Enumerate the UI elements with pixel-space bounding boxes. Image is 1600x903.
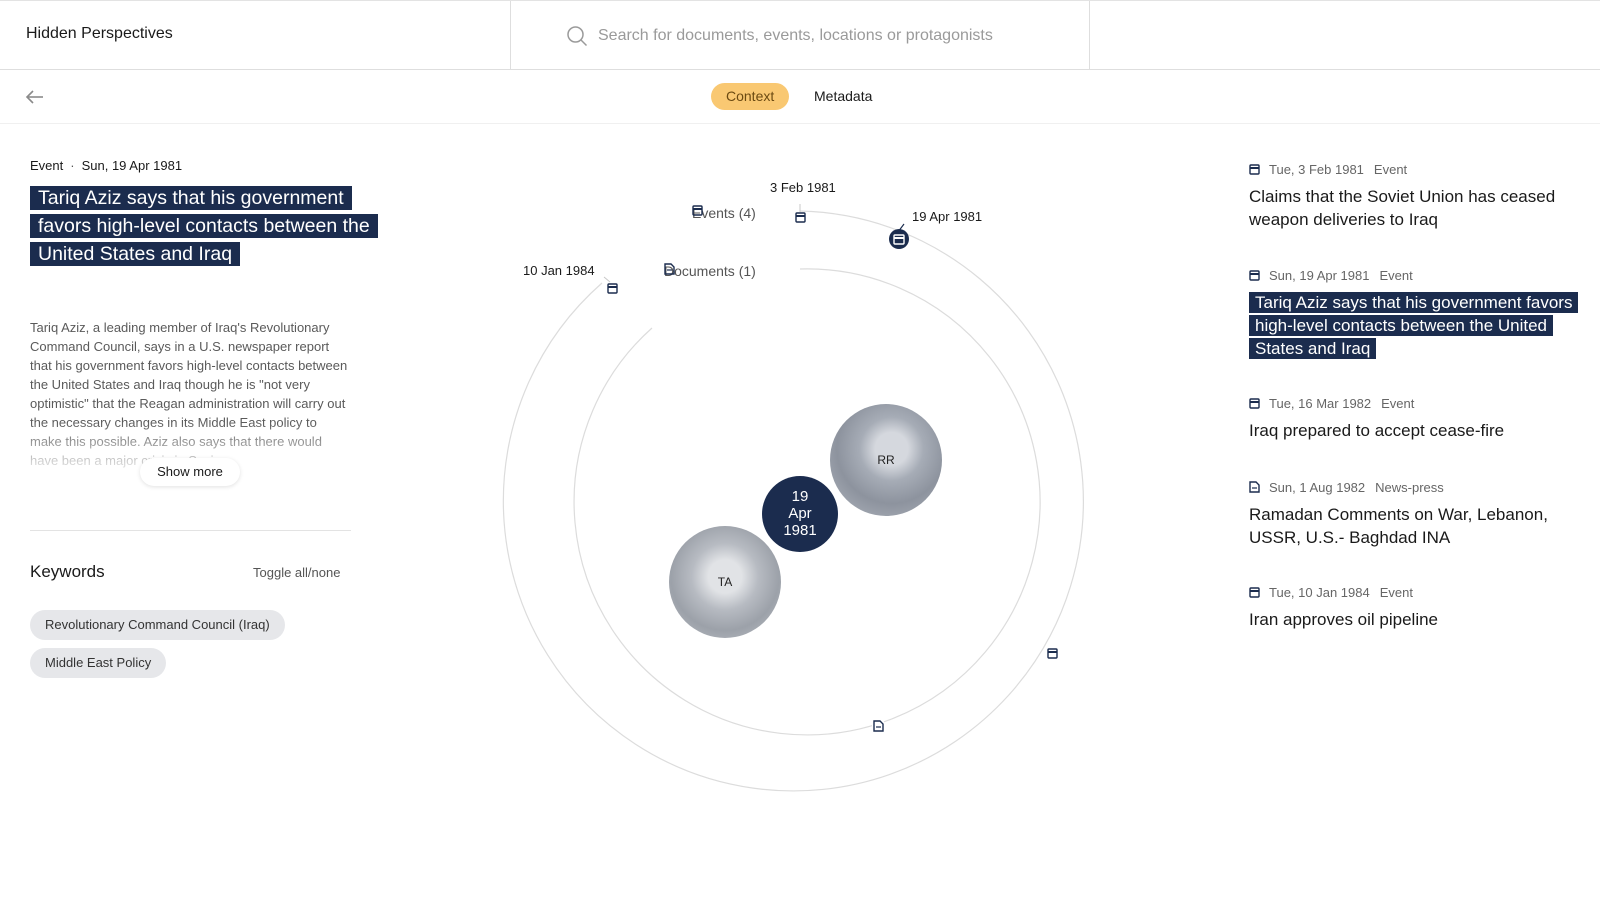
protagonist-avatar-ta[interactable]: TA xyxy=(669,526,781,638)
back-arrow-icon[interactable] xyxy=(22,84,48,110)
event-marker-calendar-icon[interactable] xyxy=(794,212,806,224)
show-more-button[interactable]: Show more xyxy=(140,458,240,486)
keyword-chip[interactable]: Revolutionary Command Council (Iraq) xyxy=(30,610,285,640)
calendar-icon xyxy=(1249,270,1260,281)
calendar-icon xyxy=(1249,587,1260,598)
document-marker-icon[interactable] xyxy=(872,719,884,732)
list-item[interactable]: Tue, 10 Jan 1984 Event Iran approves oil … xyxy=(1249,584,1579,631)
date-label: 19 Apr 1981 xyxy=(912,209,983,224)
center-month: Apr xyxy=(788,505,812,522)
list-item-title: Iran approves oil pipeline xyxy=(1249,610,1439,629)
keywords-heading: Keywords xyxy=(30,562,105,581)
tab-context[interactable]: Context xyxy=(711,83,790,110)
list-item[interactable]: Tue, 16 Mar 1982 Event Iraq prepared to a… xyxy=(1249,395,1579,442)
list-item-type: Event xyxy=(1381,396,1415,411)
list-item-date: Tue, 3 Feb 1981 xyxy=(1269,162,1364,177)
protagonist-avatar-rr[interactable]: RR xyxy=(830,404,942,516)
event-title: Tariq Aziz says that his government favo… xyxy=(30,184,378,268)
tick-line xyxy=(603,276,611,283)
center-day: 19 xyxy=(791,488,809,505)
event-title-text: Tariq Aziz says that his government favo… xyxy=(30,186,378,266)
events-group-label[interactable]: Events (4) xyxy=(692,205,756,221)
document-icon xyxy=(1249,481,1260,493)
center-year: 1981 xyxy=(783,522,817,539)
list-item-date: Sun, 1 Aug 1982 xyxy=(1269,480,1366,495)
keyword-chip[interactable]: Middle East Policy xyxy=(30,648,167,678)
search-input[interactable] xyxy=(598,21,1068,51)
list-item[interactable]: Tue, 3 Feb 1981 Event Claims that the Sov… xyxy=(1249,161,1579,231)
event-marker-calendar-icon[interactable] xyxy=(607,283,619,295)
date-label: 10 Jan 1984 xyxy=(523,263,595,278)
center-date-node[interactable]: 19 Apr 1981 xyxy=(762,476,838,552)
search-icon xyxy=(567,26,588,47)
document-icon xyxy=(664,263,675,275)
list-item-type: Event xyxy=(1373,162,1408,177)
event-marker-calendar-icon[interactable] xyxy=(1046,648,1058,660)
list-item[interactable]: Sun, 1 Aug 1982 News-press Ramadan Commen… xyxy=(1249,479,1579,549)
calendar-icon xyxy=(1249,164,1260,175)
list-item-title: Claims that the Soviet Union has ceased … xyxy=(1249,187,1556,229)
list-item-date: Sun, 19 Apr 1981 xyxy=(1269,268,1370,283)
calendar-icon xyxy=(1249,398,1260,409)
list-item-type: News-press xyxy=(1375,480,1444,495)
list-item-meta: Tue, 16 Mar 1982 Event xyxy=(1249,395,1579,413)
list-item-meta: Sun, 1 Aug 1982 News-press xyxy=(1249,479,1579,497)
list-item-title: Tariq Aziz says that his government favo… xyxy=(1249,291,1579,360)
toggle-keywords-button[interactable]: Toggle all/none xyxy=(253,565,340,580)
top-header: Hidden Perspectives xyxy=(0,0,1600,70)
graph-rings xyxy=(502,204,1084,792)
documents-group-text: Documents (1) xyxy=(664,263,756,279)
event-meta: Event · Sun, 19 Apr 1981 xyxy=(30,158,182,173)
date-label: 3 Feb 1981 xyxy=(770,180,836,195)
list-item-type: Event xyxy=(1379,585,1413,600)
app-title[interactable]: Hidden Perspectives xyxy=(26,25,173,43)
list-item-meta: Tue, 10 Jan 1984 Event xyxy=(1249,584,1579,602)
list-item-meta: Tue, 3 Feb 1981 Event xyxy=(1249,161,1579,179)
protagonist-initials: RR xyxy=(877,453,895,467)
header-divider xyxy=(1089,1,1090,70)
list-item-title: Ramadan Comments on War, Lebanon, USSR, … xyxy=(1249,505,1548,547)
list-item-type: Event xyxy=(1379,268,1413,283)
section-divider xyxy=(30,530,351,531)
context-graph: 3 Feb 1981 19 Apr 1981 10 Jan 1984 Event… xyxy=(500,124,1100,824)
documents-group-label[interactable]: Documents (1) xyxy=(664,263,756,279)
calendar-icon xyxy=(692,205,703,216)
view-toolbar: Context Metadata xyxy=(0,70,1600,124)
meta-separator: · xyxy=(70,158,75,173)
event-description: Tariq Aziz, a leading member of Iraq's R… xyxy=(30,320,348,468)
list-item-date: Tue, 10 Jan 1984 xyxy=(1269,585,1370,600)
list-item-date: Tue, 16 Mar 1982 xyxy=(1269,396,1372,411)
list-item-meta: Sun, 19 Apr 1981 Event xyxy=(1249,267,1579,285)
event-type: Event xyxy=(30,158,64,173)
event-date: Sun, 19 Apr 1981 xyxy=(81,158,183,173)
list-item-active[interactable]: Sun, 19 Apr 1981 Event Tariq Aziz says th… xyxy=(1249,267,1579,360)
active-event-marker-icon[interactable] xyxy=(889,229,909,249)
list-item-title-text: Tariq Aziz says that his government favo… xyxy=(1249,292,1579,359)
protagonist-initials: TA xyxy=(717,575,733,589)
search-bar xyxy=(510,1,1090,70)
tab-metadata[interactable]: Metadata xyxy=(799,83,887,110)
list-item-title: Iraq prepared to accept cease-fire xyxy=(1249,421,1505,440)
